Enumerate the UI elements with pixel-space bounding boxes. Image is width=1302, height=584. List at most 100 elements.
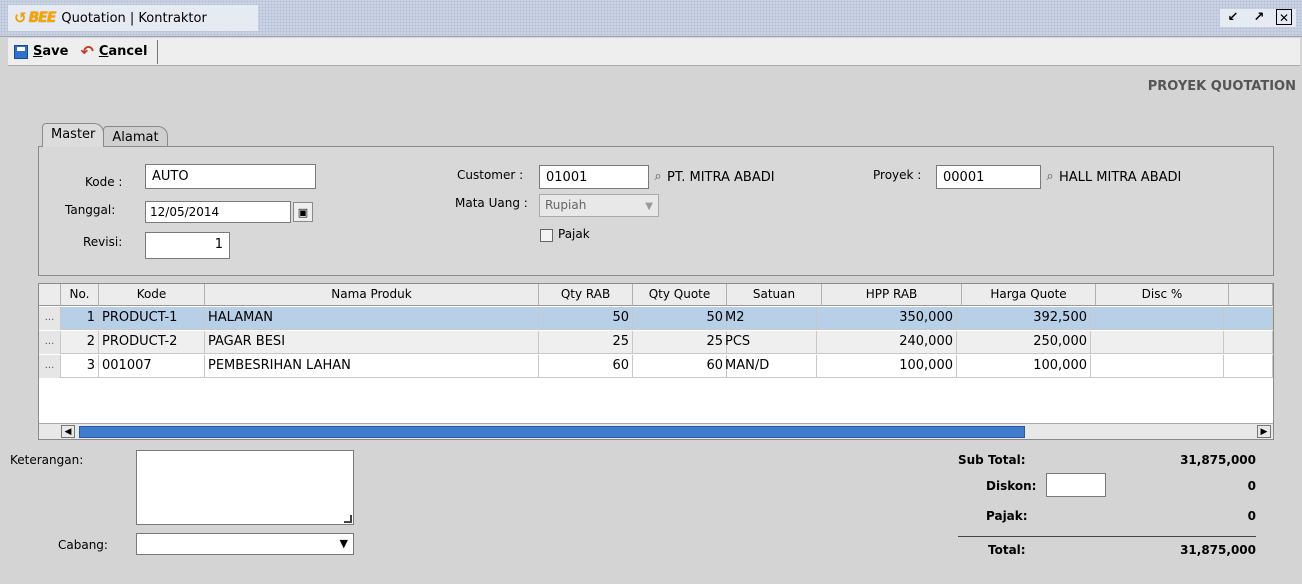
cell-qty-rab[interactable]: 25 [539, 331, 633, 354]
title-group: ↺ BEE Quotation | Kontraktor [8, 5, 258, 31]
toolbar-separator [157, 39, 159, 64]
diskon-input[interactable] [1046, 473, 1106, 497]
maximize-icon[interactable]: ↗ [1250, 9, 1268, 27]
kode-label: Kode : [85, 175, 123, 189]
customer-name: PT. MITRA ABADI [667, 170, 775, 185]
col-kode[interactable]: Kode [99, 284, 205, 306]
title-bar: ↺ BEE Quotation | Kontraktor ↙ ↗ ✕ [0, 0, 1302, 37]
total-value: 31,875,000 [1180, 543, 1256, 557]
col-no[interactable]: No. [61, 284, 99, 306]
col-hpp-rab[interactable]: HPP RAB [822, 284, 962, 306]
table-row[interactable]: ... 2 PRODUCT-2 PAGAR BESI 25 25 PCS 240… [39, 331, 1273, 354]
chevron-down-icon: ▼ [339, 537, 348, 550]
col-harga-quote[interactable]: Harga Quote [962, 284, 1096, 306]
save-label: Save [33, 44, 68, 59]
diskon-label: Diskon: [986, 479, 1037, 493]
cabang-label: Cabang: [58, 538, 108, 552]
main-content: PROYEK QUOTATION Master Alamat Kode : AU… [8, 67, 1300, 584]
cell-qty-rab[interactable]: 50 [539, 307, 633, 330]
sub-total-value: 31,875,000 [1180, 453, 1256, 467]
window-title: Quotation | Kontraktor [61, 10, 207, 26]
customer-code-input[interactable]: 01001 [539, 165, 649, 189]
cell-nama[interactable]: HALAMAN [205, 307, 539, 330]
row-indicator[interactable]: ... [39, 331, 61, 354]
proyek-code-input[interactable]: 00001 [936, 165, 1041, 189]
scroll-right-icon[interactable]: ▶ [1257, 425, 1271, 438]
cell-no: 1 [61, 307, 99, 330]
table-row[interactable]: ... 3 001007 PEMBESRIHAN LAHAN 60 60 MAN… [39, 355, 1273, 378]
chevron-down-icon: ▼ [645, 201, 653, 212]
cancel-mnemonic: C [98, 44, 109, 59]
col-indicator [39, 284, 61, 306]
cell-satuan[interactable]: PCS [722, 331, 817, 354]
tab-master[interactable]: Master [42, 123, 105, 147]
row-indicator[interactable]: ... [39, 307, 61, 330]
col-disc[interactable]: Disc % [1096, 284, 1229, 306]
logo-text: BEE [28, 10, 57, 26]
save-icon [14, 44, 28, 59]
cell-kode[interactable]: PRODUCT-2 [99, 331, 205, 354]
quotation-window: ↺ BEE Quotation | Kontraktor ↙ ↗ ✕ Save … [0, 0, 1302, 584]
calendar-button[interactable]: ▣ [293, 202, 313, 222]
cell-disc[interactable] [1091, 355, 1224, 378]
cabang-select[interactable]: ▼ [136, 533, 354, 555]
cell-satuan[interactable]: MAN/D [722, 355, 817, 378]
mata-uang-select: Rupiah ▼ [539, 194, 659, 217]
cell-qty-rab[interactable]: 60 [539, 355, 633, 378]
toolbar: Save ↶ Cancel [8, 38, 1300, 66]
cell-kode[interactable]: 001007 [99, 355, 205, 378]
col-qty-quote[interactable]: Qty Quote [633, 284, 727, 306]
close-icon[interactable]: ✕ [1276, 9, 1292, 25]
keterangan-textarea[interactable] [136, 450, 354, 525]
restore-icon[interactable]: ↙ [1224, 9, 1242, 27]
cell-qty-quote[interactable]: 60 [633, 355, 727, 378]
customer-label: Customer : [457, 168, 524, 182]
table-row[interactable]: ... 1 PRODUCT-1 HALAMAN 50 50 M2 350,000… [39, 307, 1273, 330]
pajak-label: Pajak [558, 227, 590, 241]
col-nama-produk[interactable]: Nama Produk [205, 284, 539, 306]
cell-harga-quote[interactable]: 392,500 [957, 307, 1091, 330]
customer-lookup-button[interactable]: ⌕ [649, 166, 667, 187]
scroll-left-icon[interactable]: ◀ [61, 425, 75, 438]
grid-header: No. Kode Nama Produk Qty RAB Qty Quote S… [39, 284, 1273, 306]
cell-harga-quote[interactable]: 250,000 [957, 331, 1091, 354]
total-label: Total: [988, 543, 1026, 557]
cell-nama[interactable]: PEMBESRIHAN LAHAN [205, 355, 539, 378]
revisi-input[interactable]: 1 [145, 232, 230, 259]
cell-qty-quote[interactable]: 50 [633, 307, 727, 330]
cancel-button[interactable]: ↶ Cancel [74, 38, 153, 65]
cell-hpp-rab[interactable]: 350,000 [817, 307, 957, 330]
save-label-rest: ave [42, 44, 69, 59]
row-indicator[interactable]: ... [39, 355, 61, 378]
tanggal-input[interactable]: 12/05/2014 [145, 201, 291, 223]
cell-extra [1224, 331, 1273, 354]
col-extra[interactable] [1229, 284, 1273, 306]
cell-disc[interactable] [1091, 331, 1224, 354]
horizontal-scrollbar[interactable]: ◀ ▶ [39, 423, 1273, 439]
cell-nama[interactable]: PAGAR BESI [205, 331, 539, 354]
cell-extra [1224, 355, 1273, 378]
col-satuan[interactable]: Satuan [727, 284, 822, 306]
keterangan-label: Keterangan: [10, 453, 84, 467]
scrollbar-thumb[interactable] [79, 426, 1025, 438]
mata-uang-value: Rupiah [545, 198, 587, 212]
cell-qty-quote[interactable]: 25 [633, 331, 727, 354]
proyek-lookup-button[interactable]: ⌕ [1041, 166, 1059, 187]
tab-bar: Master Alamat [42, 123, 168, 147]
save-mnemonic: S [33, 44, 43, 59]
cell-harga-quote[interactable]: 100,000 [957, 355, 1091, 378]
tab-alamat[interactable]: Alamat [103, 126, 168, 147]
col-qty-rab[interactable]: Qty RAB [539, 284, 633, 306]
cell-disc[interactable] [1091, 307, 1224, 330]
app-logo: ↺ BEE [14, 9, 57, 27]
save-button[interactable]: Save [8, 38, 74, 65]
cell-satuan[interactable]: M2 [722, 307, 817, 330]
pajak-total-label: Pajak: [986, 509, 1028, 523]
cell-kode[interactable]: PRODUCT-1 [99, 307, 205, 330]
revisi-label: Revisi: [83, 235, 123, 249]
kode-input[interactable]: AUTO [145, 164, 316, 189]
pajak-checkbox[interactable] [540, 229, 553, 242]
cell-hpp-rab[interactable]: 100,000 [817, 355, 957, 378]
mata-uang-label: Mata Uang : [455, 196, 528, 210]
cell-hpp-rab[interactable]: 240,000 [817, 331, 957, 354]
